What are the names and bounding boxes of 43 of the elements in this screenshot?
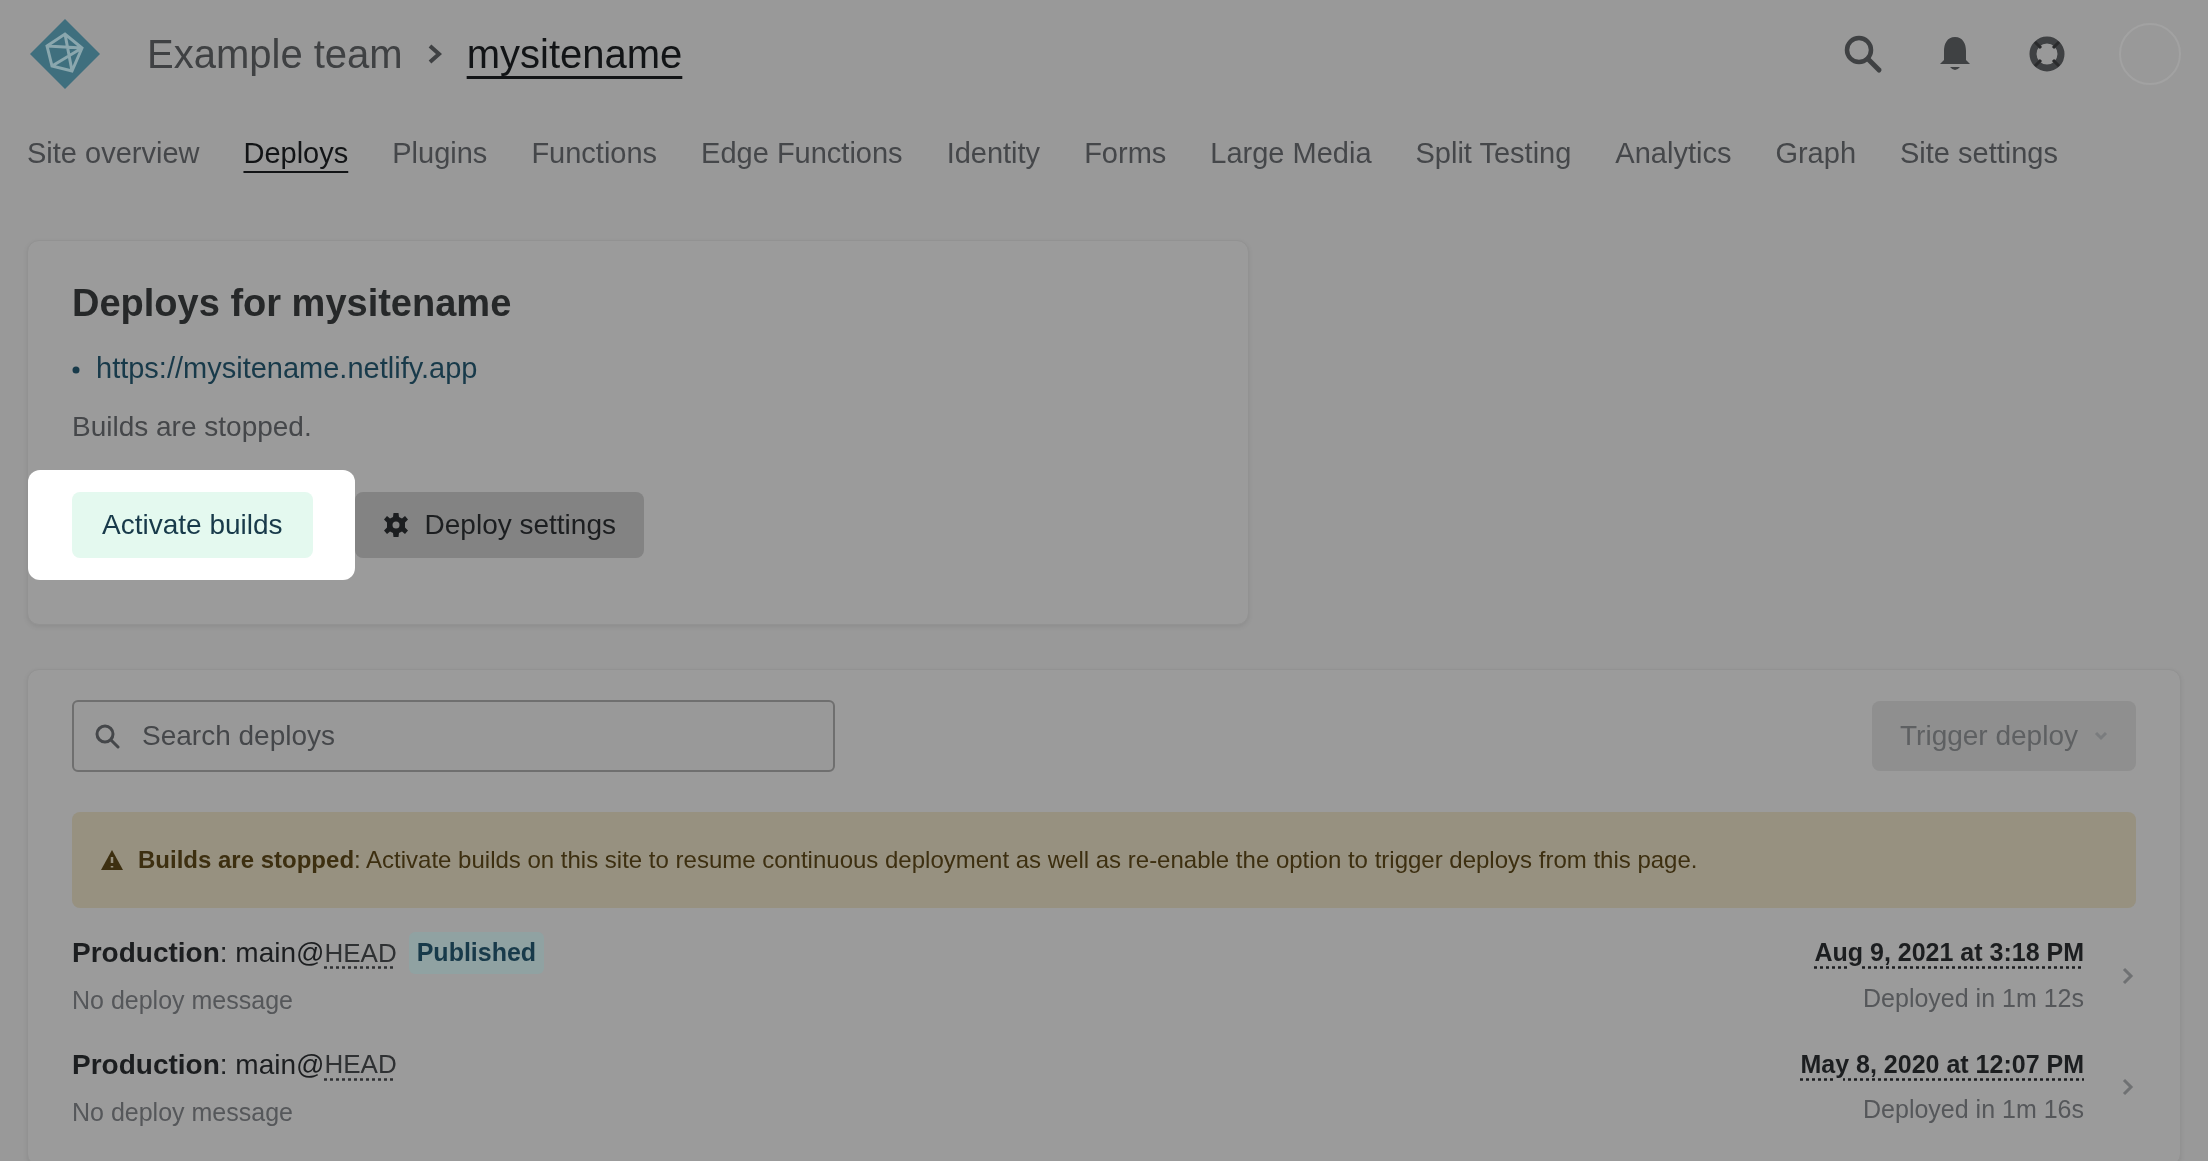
nav-tab[interactable]: Graph [1775,132,1856,176]
deploy-title: Production: main@ [72,1047,325,1082]
chevron-icon [426,43,443,65]
activate-builds-button[interactable]: Activate builds [72,492,313,559]
search-icon[interactable] [1843,34,1883,74]
nav-tab[interactable]: Plugins [392,132,488,176]
status-text: Builds are stopped. [72,410,313,445]
commit-ref: HEAD [324,936,397,970]
nav-tab[interactable]: Functions [531,132,658,176]
status-badge: Published [408,932,545,974]
commit-ref: HEAD [324,1048,397,1082]
nav-tab[interactable]: Site settings [1900,132,2058,176]
nav-tab[interactable]: Large Media [1210,132,1372,176]
lifebuoy-icon[interactable] [2027,34,2067,74]
card-title: Deploys for mysitename [72,281,513,326]
nav-tab[interactable]: Deploys [243,132,349,176]
warning-icon [100,849,124,872]
chevron-icon [2120,1077,2136,1098]
deploy-settings-button[interactable]: Deploy settings [354,492,644,559]
nav-tab[interactable]: Identity [946,132,1041,176]
site-name-link[interactable]: mysitename [466,24,683,84]
search-field[interactable]: Search deploys [72,700,835,773]
deploy-row[interactable]: Production: main@HEAD No deploy message May 8, 2020 at 12:07 PM Deployed in 1m 16s [72,1033,2136,1146]
team-name-link[interactable]: Example team [147,24,403,84]
alert-text: Builds are stopped: Activate builds on this site to resume continuous deployment as well as re-enable the option to trigger deploys from this page. [138,845,1698,876]
nav-tab[interactable]: Split Testing [1415,132,1572,176]
nav-tab[interactable]: Edge Functions [701,132,903,176]
deploy-title: Production: main@ [72,936,325,971]
deploy-date: May 8, 2020 at 12:07 PM [1800,1048,2084,1080]
deploy-date: Aug 9, 2021 at 3:18 PM [1814,937,2084,969]
nav-tab[interactable]: Analytics [1615,132,1732,176]
deploy-message: No deploy message [72,985,294,1017]
search-icon [94,723,120,750]
chevron-icon [2120,965,2136,986]
deploy-duration: Deployed in 1m 12s [1862,982,2084,1014]
gear-icon [382,512,409,539]
deploy-duration: Deployed in 1m 16s [1862,1094,2084,1126]
site-url-link[interactable]: https://mysitename.netlify.app [96,346,478,391]
deploy-row[interactable]: Production: main@HEAD Published No deploy message Aug 9, 2021 at 3:18 PM Deployed in 1m 12s [72,922,2136,1034]
deploy-message: No deploy message [72,1096,294,1128]
bullet-icon [72,366,80,374]
nav-tab[interactable]: Forms [1084,132,1167,176]
nav-tab[interactable]: Site overview [27,132,200,176]
